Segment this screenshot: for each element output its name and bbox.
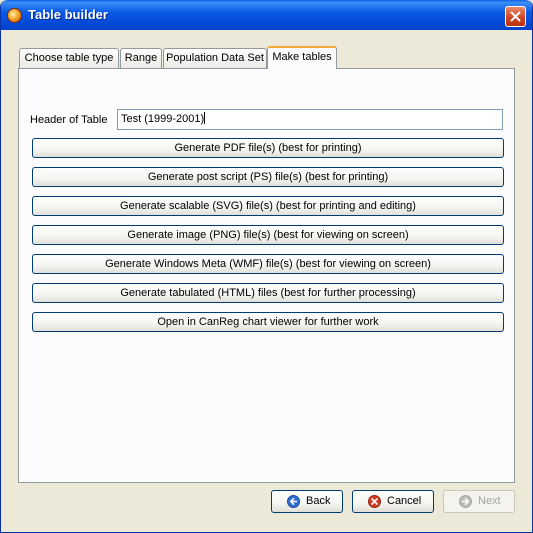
back-button-label: Back [306,495,331,507]
generate-svg-button[interactable]: Generate scalable (SVG) file(s) (best fo… [32,196,504,216]
window-title: Table builder [28,7,108,22]
close-button[interactable] [505,6,526,27]
generate-png-button[interactable]: Generate image (PNG) file(s) (best for v… [32,225,504,245]
make-tables-panel: Header of Table Test (1999-2001) Generat… [18,68,515,483]
app-icon [7,8,22,23]
generate-pdf-button[interactable]: Generate PDF file(s) (best for printing) [32,138,504,158]
back-arrow-icon [287,495,300,508]
header-of-table-value: Test (1999-2001) [121,113,205,125]
dialog-content: Choose table type Range Population Data … [4,30,529,528]
open-chart-viewer-button[interactable]: Open in CanReg chart viewer for further … [32,312,504,332]
header-of-table-label: Header of Table [30,114,108,126]
tab-choose-table-type[interactable]: Choose table type [19,48,119,68]
title-bar[interactable]: Table builder [1,0,532,30]
generate-html-button[interactable]: Generate tabulated (HTML) files (best fo… [32,283,504,303]
generate-wmf-button[interactable]: Generate Windows Meta (WMF) file(s) (bes… [32,254,504,274]
table-builder-window: Table builder Choose table type Range Po… [0,0,533,533]
tab-range[interactable]: Range [120,48,162,68]
cancel-icon [368,495,381,508]
next-button[interactable]: Next [443,490,515,513]
tab-population-data-set[interactable]: Population Data Set [163,48,267,68]
next-button-label: Next [478,495,501,507]
next-arrow-icon [459,495,472,508]
close-icon [510,11,521,22]
text-caret [204,112,206,124]
cancel-button[interactable]: Cancel [352,490,434,513]
header-of-table-input[interactable]: Test (1999-2001) [117,109,503,130]
generate-ps-button[interactable]: Generate post script (PS) file(s) (best … [32,167,504,187]
tab-make-tables[interactable]: Make tables [267,46,337,69]
cancel-button-label: Cancel [387,495,422,507]
back-button[interactable]: Back [271,490,343,513]
